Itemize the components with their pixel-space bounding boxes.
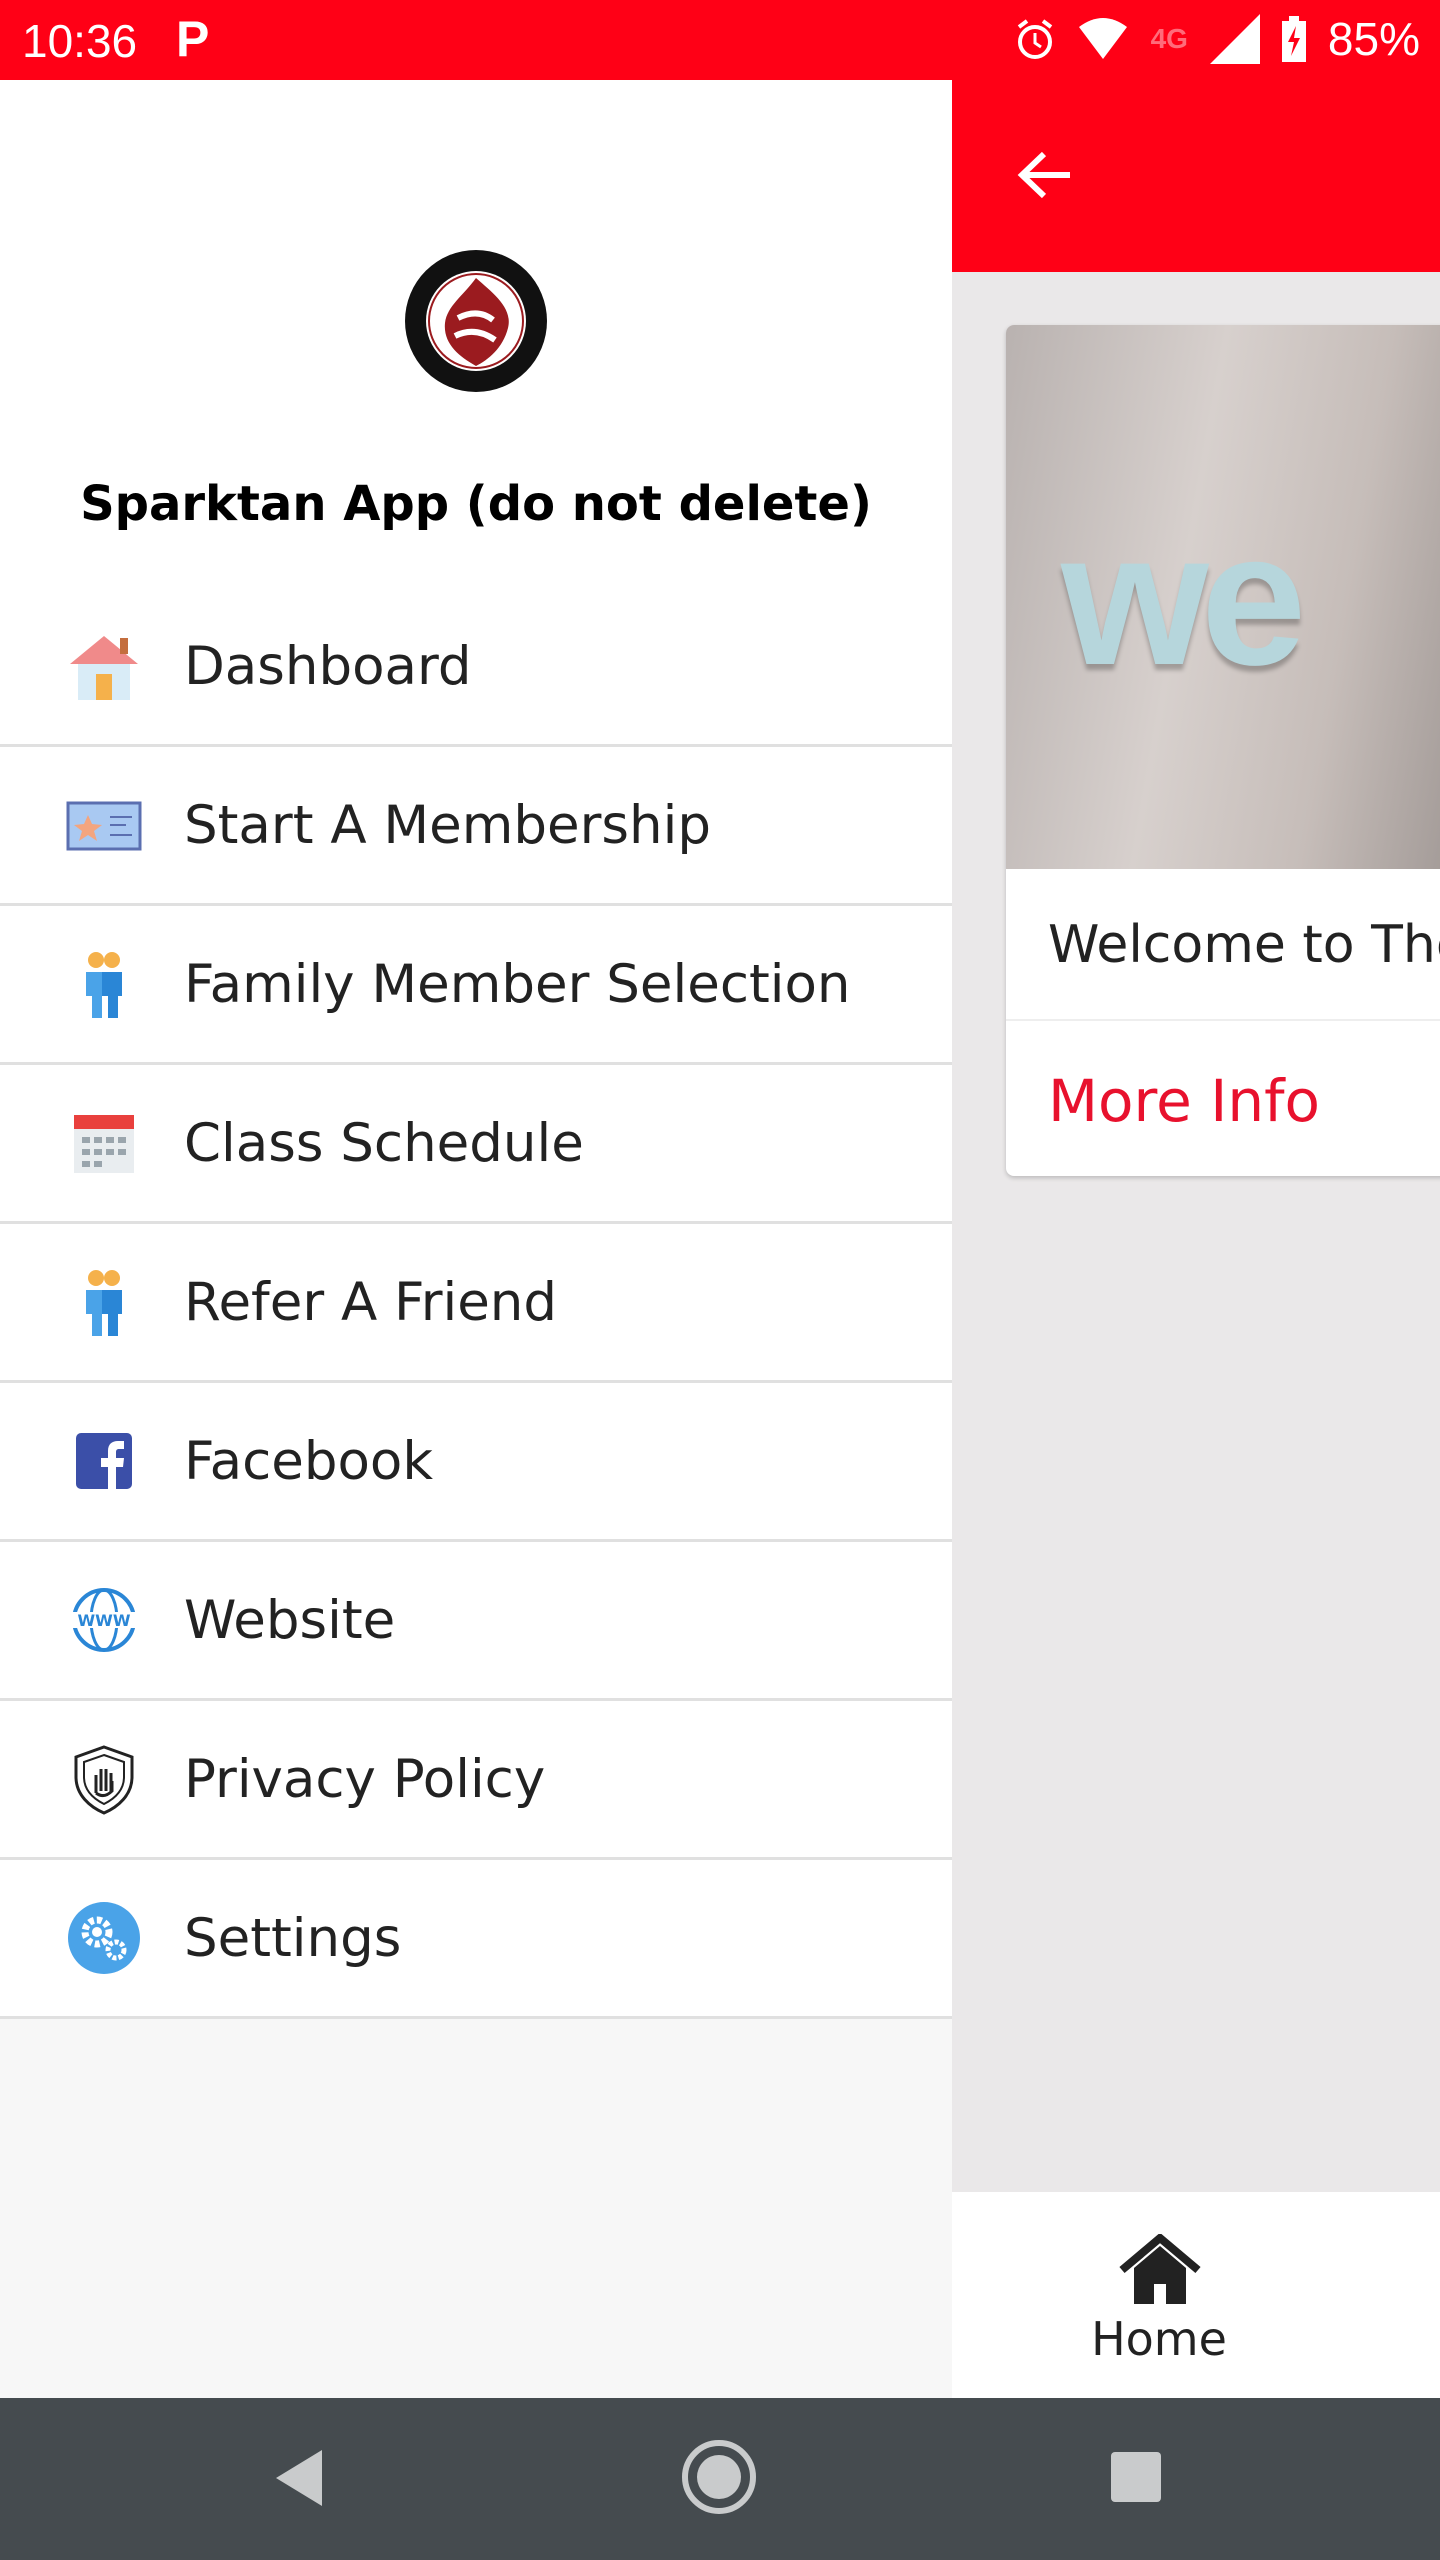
menu-item-facebook[interactable]: Facebook	[0, 1383, 952, 1542]
menu-item-website[interactable]: WWW Website	[0, 1542, 952, 1701]
nav-back-icon[interactable]	[272, 2448, 328, 2508]
menu-item-settings[interactable]: Settings	[0, 1860, 952, 2019]
people-icon	[86, 952, 122, 1018]
menu-item-dashboard[interactable]: Dashboard	[0, 588, 952, 747]
menu-item-refer-a-friend[interactable]: Refer A Friend	[0, 1224, 952, 1383]
battery-charging-icon	[1281, 16, 1306, 62]
drawer-menu: Dashboard Start A Membership Family Memb…	[0, 588, 952, 2019]
system-navigation-bar	[0, 2398, 1440, 2560]
svg-text:WWW: WWW	[78, 1611, 131, 1630]
alarm-icon	[1017, 19, 1052, 59]
nav-home-icon[interactable]	[680, 2438, 758, 2516]
membership-card-icon	[66, 801, 142, 851]
facebook-icon	[76, 1433, 132, 1489]
people-icon	[86, 1270, 122, 1336]
shield-hand-icon	[74, 1745, 134, 1815]
status-bar: 10:36 P 4G 85%	[0, 0, 1440, 80]
gears-icon	[68, 1902, 140, 1974]
wifi-icon	[1078, 18, 1127, 59]
more-info-link[interactable]: More Info	[1048, 1067, 1320, 1135]
menu-item-start-a-membership[interactable]: Start A Membership	[0, 747, 952, 906]
jiu-jitsu-foundation-logo	[405, 250, 547, 392]
4g-lte-icon: 4G	[1150, 23, 1188, 54]
bottom-nav: Home	[952, 2192, 1440, 2398]
app-title: Sparktan App (do not delete)	[80, 476, 872, 532]
signal-icon	[1209, 14, 1260, 64]
parking-notification-icon: P	[176, 11, 210, 67]
calendar-icon	[74, 1115, 134, 1173]
house-icon	[70, 636, 138, 700]
nav-recents-icon[interactable]	[1109, 2450, 1163, 2504]
back-arrow-icon[interactable]	[1010, 140, 1080, 210]
welcome-image: we	[1006, 325, 1440, 869]
welcome-text: Welcome to The	[1048, 915, 1440, 975]
menu-item-class-schedule[interactable]: Class Schedule	[0, 1065, 952, 1224]
home-icon	[1119, 2234, 1201, 2304]
clock: 10:36	[22, 15, 138, 67]
globe-www-icon: WWW	[70, 1588, 138, 1652]
navigation-drawer: Sparktan App (do not delete) Dashboard S…	[0, 80, 952, 2398]
battery-percent: 85%	[1327, 13, 1420, 65]
menu-item-family-member-selection[interactable]: Family Member Selection	[0, 906, 952, 1065]
home-label: Home	[1091, 2312, 1227, 2366]
welcome-card[interactable]: we Welcome to The More Info	[1006, 325, 1440, 1176]
divider	[1006, 1019, 1440, 1021]
menu-item-privacy-policy[interactable]: Privacy Policy	[0, 1701, 952, 1860]
